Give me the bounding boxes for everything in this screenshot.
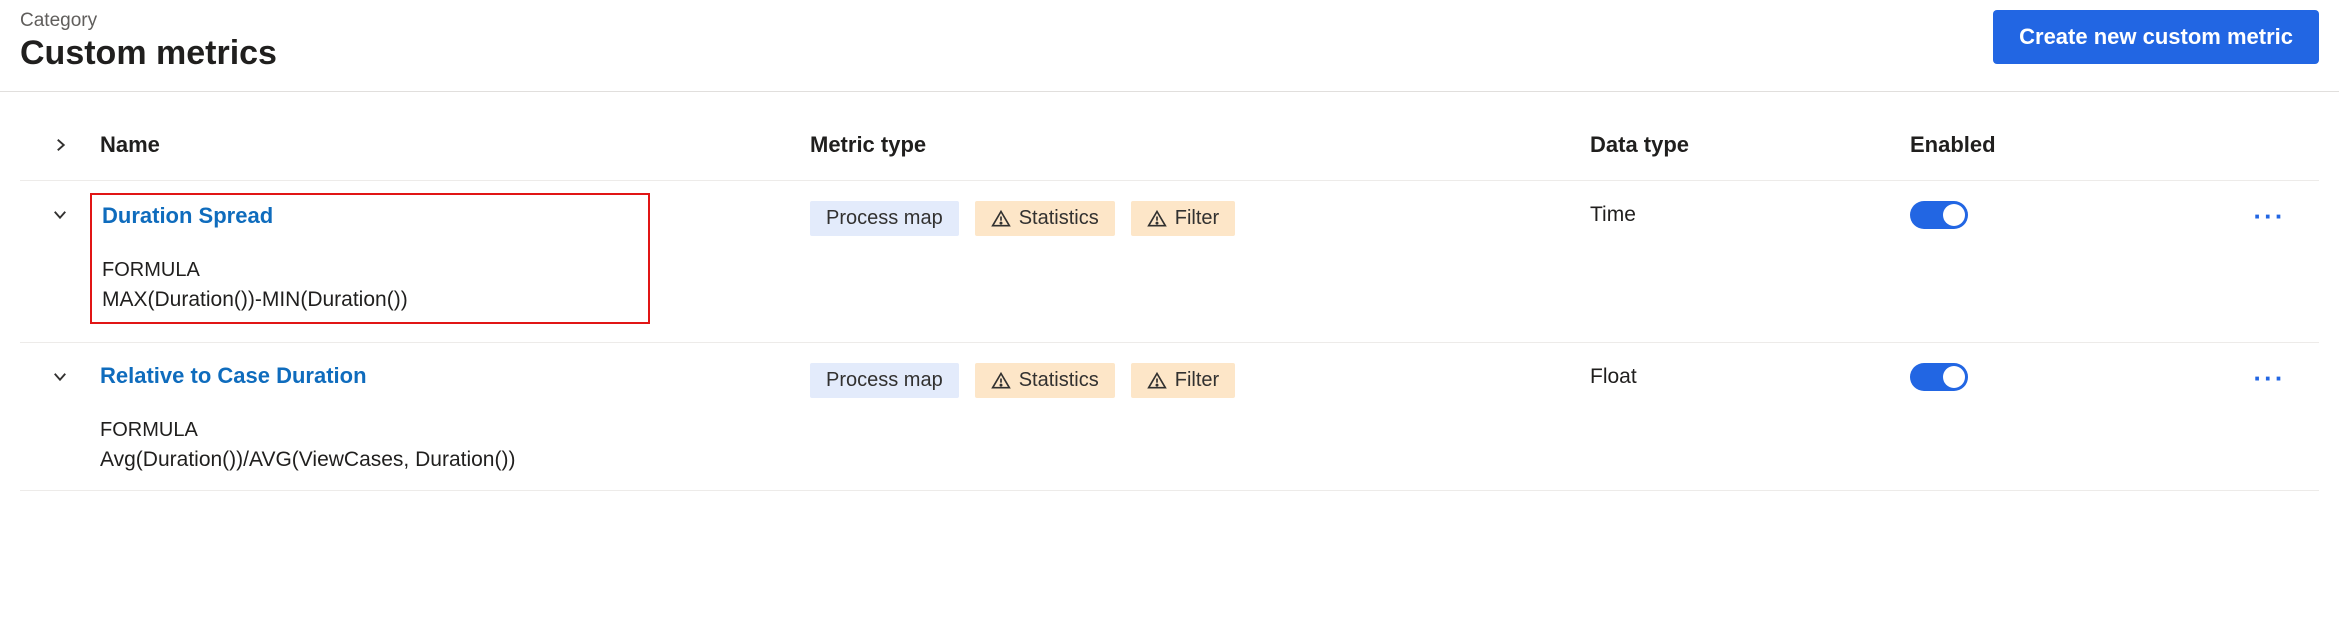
enabled-toggle[interactable] — [1910, 363, 1968, 391]
toggle-knob — [1943, 366, 1965, 388]
name-cell: Duration Spread FORMULA MAX(Duration())-… — [90, 199, 810, 324]
pill-label: Filter — [1175, 369, 1219, 392]
highlight-annotation: Duration Spread FORMULA MAX(Duration())-… — [90, 193, 650, 324]
metric-name-link[interactable]: Duration Spread — [102, 201, 273, 229]
table-row: Duration Spread FORMULA MAX(Duration())-… — [20, 181, 2319, 343]
column-header-metric-type[interactable]: Metric type — [810, 132, 1590, 158]
formula-text: Avg(Duration())/AVG(ViewCases, Duration(… — [100, 448, 810, 472]
toggle-knob — [1943, 204, 1965, 226]
metric-name-link[interactable]: Relative to Case Duration — [100, 361, 367, 389]
page-title: Custom metrics — [20, 34, 277, 73]
header-left: Category Custom metrics — [20, 10, 277, 73]
formula-label: FORMULA — [102, 259, 648, 282]
pill-label: Filter — [1175, 207, 1219, 230]
expand-row-chevron[interactable] — [30, 361, 90, 385]
data-type-cell: Time — [1590, 199, 1910, 227]
name-cell: Relative to Case Duration FORMULA Avg(Du… — [90, 361, 810, 472]
table-header-row: Name Metric type Data type Enabled — [20, 92, 2319, 181]
custom-metrics-table: Name Metric type Data type Enabled Durat… — [0, 92, 2339, 491]
chevron-down-icon — [51, 367, 69, 385]
page-header: Category Custom metrics Create new custo… — [0, 0, 2339, 92]
filter-pill: Filter — [1131, 363, 1235, 398]
enabled-cell — [1910, 361, 2230, 391]
actions-cell: ··· — [2230, 361, 2309, 391]
actions-cell: ··· — [2230, 199, 2309, 229]
warning-icon — [991, 209, 1011, 229]
more-actions-icon[interactable]: ··· — [2254, 365, 2286, 391]
formula-label: FORMULA — [100, 419, 810, 442]
column-header-data-type[interactable]: Data type — [1590, 132, 1910, 158]
enabled-toggle[interactable] — [1910, 201, 1968, 229]
warning-icon — [1147, 209, 1167, 229]
column-header-name[interactable]: Name — [90, 132, 810, 158]
expand-row-chevron[interactable] — [30, 199, 90, 223]
formula-text: MAX(Duration())-MIN(Duration()) — [102, 288, 648, 312]
create-custom-metric-button[interactable]: Create new custom metric — [1993, 10, 2319, 64]
chevron-down-icon — [51, 205, 69, 223]
metric-type-cell: Process map Statistics — [810, 361, 1590, 398]
statistics-pill: Statistics — [975, 363, 1115, 398]
expand-all-chevron[interactable] — [30, 136, 90, 154]
data-type-cell: Float — [1590, 361, 1910, 389]
process-map-pill: Process map — [810, 201, 959, 236]
table-row: Relative to Case Duration FORMULA Avg(Du… — [20, 343, 2319, 491]
chevron-right-icon — [51, 136, 69, 154]
category-label: Category — [20, 10, 277, 32]
warning-icon — [1147, 371, 1167, 391]
enabled-cell — [1910, 199, 2230, 229]
pill-label: Process map — [826, 369, 943, 392]
more-actions-icon[interactable]: ··· — [2254, 203, 2286, 229]
process-map-pill: Process map — [810, 363, 959, 398]
metric-type-cell: Process map Statistics — [810, 199, 1590, 236]
column-header-enabled[interactable]: Enabled — [1910, 132, 2230, 158]
pill-label: Process map — [826, 207, 943, 230]
statistics-pill: Statistics — [975, 201, 1115, 236]
filter-pill: Filter — [1131, 201, 1235, 236]
pill-label: Statistics — [1019, 369, 1099, 392]
pill-label: Statistics — [1019, 207, 1099, 230]
warning-icon — [991, 371, 1011, 391]
